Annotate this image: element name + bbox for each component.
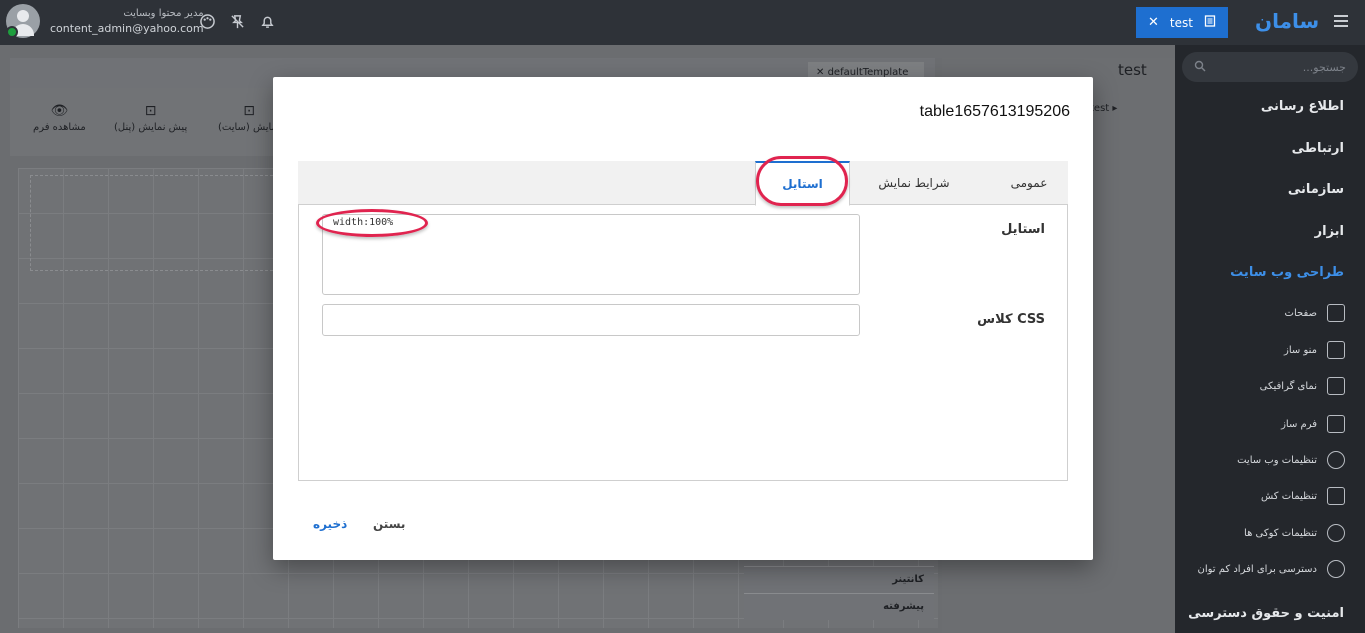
properties-dialog: table1657613195206 عمومی شرایط نمایش است… bbox=[273, 77, 1093, 560]
sidebar-item-menu-builder[interactable]: منو ساز bbox=[1175, 341, 1345, 359]
menu-icon[interactable] bbox=[1334, 15, 1348, 27]
cookie-icon bbox=[1327, 524, 1345, 542]
user-profile[interactable]: مدیر محتوا وبسایت content_admin@yahoo.co… bbox=[6, 4, 204, 38]
sidebar-item-form-builder[interactable]: فرم ساز bbox=[1175, 415, 1345, 433]
preview-icon: ⊡ bbox=[243, 103, 255, 119]
tree-root[interactable]: test ▸ bbox=[1090, 103, 1117, 114]
accessibility-icon bbox=[1327, 560, 1345, 578]
user-role: مدیر محتوا وبسایت bbox=[123, 8, 204, 19]
close-button[interactable]: بستن bbox=[373, 517, 405, 531]
component-list: کانتینر پیشرفته bbox=[744, 566, 934, 620]
css-class-label: کلاس CSS bbox=[977, 312, 1045, 327]
globe-icon bbox=[1327, 451, 1345, 469]
css-class-input[interactable] bbox=[322, 304, 860, 336]
sidebar-section-organization[interactable]: سازمانی bbox=[1288, 182, 1344, 197]
style-label: استایل bbox=[1001, 222, 1045, 237]
sidebar-section-notifications[interactable]: اطلاع رسانی bbox=[1261, 99, 1344, 114]
dialog-tabs: عمومی شرایط نمایش استایل bbox=[298, 161, 1068, 206]
list-item[interactable]: پیشرفته bbox=[744, 593, 934, 620]
sidebar-item-cookie-settings[interactable]: تنظیمات کوکی ها bbox=[1175, 524, 1345, 542]
view-form-button[interactable]: 👁 مشاهده فرم bbox=[33, 103, 86, 133]
brand-logo: سامان bbox=[1255, 9, 1320, 33]
sidebar-item-cache-settings[interactable]: تنظیمات کش bbox=[1175, 487, 1345, 505]
user-email: content_admin@yahoo.com bbox=[50, 22, 204, 35]
table-icon bbox=[1327, 487, 1345, 505]
sidebar-item-website-settings[interactable]: تنظیمات وب سایت bbox=[1175, 451, 1345, 469]
preview-panel-button[interactable]: ⊡ پیش نمایش (پنل) bbox=[114, 103, 187, 133]
dialog-title: table1657613195206 bbox=[919, 103, 1070, 120]
open-tab-label: test bbox=[1169, 15, 1193, 30]
sidebar-item-accessibility[interactable]: دسترسی برای افراد کم توان bbox=[1175, 560, 1345, 578]
top-bar: مدیر محتوا وبسایت content_admin@yahoo.co… bbox=[0, 0, 1365, 45]
tab-style[interactable]: استایل bbox=[755, 161, 850, 206]
sidebar-item-graphic-view[interactable]: نمای گرافیکی bbox=[1175, 377, 1345, 395]
monitor-icon bbox=[1327, 304, 1345, 322]
search-input[interactable]: جستجو... bbox=[1182, 52, 1358, 82]
open-tab-test[interactable]: ✕ test bbox=[1136, 7, 1228, 38]
close-icon[interactable]: ✕ bbox=[1148, 15, 1159, 30]
palette-icon[interactable] bbox=[199, 13, 215, 29]
unpin-icon[interactable] bbox=[229, 13, 245, 29]
style-textarea[interactable]: width:100% bbox=[322, 214, 860, 295]
tab-display-conditions[interactable]: شرایط نمایش bbox=[854, 161, 974, 205]
bell-icon[interactable] bbox=[259, 13, 275, 29]
grid-icon bbox=[1327, 341, 1345, 359]
preview-icon: ⊡ bbox=[144, 103, 157, 119]
search-icon bbox=[1194, 60, 1206, 75]
document-icon bbox=[1204, 15, 1216, 30]
sidebar-item-pages[interactable]: صفحات bbox=[1175, 304, 1345, 322]
layout-container[interactable] bbox=[30, 175, 278, 271]
sidebar-section-tools[interactable]: ابزار bbox=[1315, 224, 1344, 239]
sidebar: جستجو... اطلاع رسانی ارتباطی سازمانی ابز… bbox=[1175, 45, 1365, 633]
workspace-title: test bbox=[1118, 61, 1147, 79]
sidebar-section-security[interactable]: امنیت و حقوق دسترسی bbox=[1188, 606, 1344, 621]
avatar bbox=[6, 4, 40, 38]
list-item[interactable]: کانتینر bbox=[744, 566, 934, 593]
preview-site-button[interactable]: ⊡ نمایش (سایت) bbox=[218, 103, 280, 133]
eye-icon: 👁 bbox=[50, 103, 69, 119]
online-status-dot bbox=[6, 26, 18, 38]
sidebar-section-web-design[interactable]: طراحی وب سایت bbox=[1230, 265, 1344, 280]
search-placeholder: جستجو... bbox=[1302, 60, 1346, 74]
save-button[interactable]: ذخیره bbox=[313, 517, 347, 531]
form-icon bbox=[1327, 415, 1345, 433]
sidebar-section-communication[interactable]: ارتباطی bbox=[1292, 141, 1344, 156]
tab-general[interactable]: عمومی bbox=[990, 161, 1068, 205]
image-icon bbox=[1327, 377, 1345, 395]
